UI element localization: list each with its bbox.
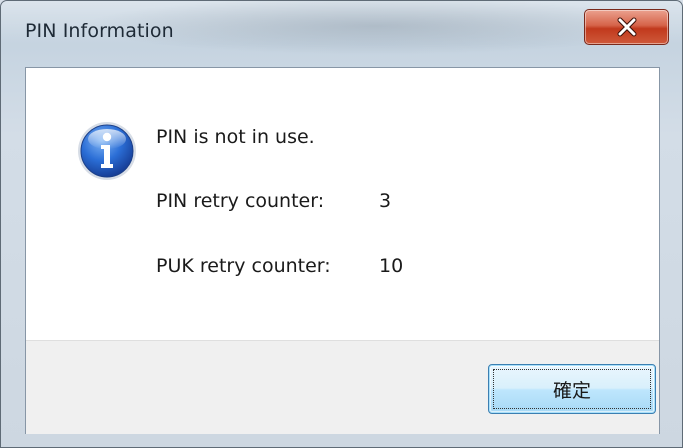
status-message: PIN is not in use. xyxy=(156,126,315,148)
ok-button[interactable]: 確定 xyxy=(488,364,656,414)
puk-retry-value: 10 xyxy=(379,255,404,277)
puk-retry-label: PUK retry counter: xyxy=(156,255,331,277)
dialog-content: PIN is not in use. PIN retry counter: 3 … xyxy=(25,67,660,434)
pin-retry-label: PIN retry counter: xyxy=(156,190,325,212)
pin-retry-value: 3 xyxy=(379,190,392,212)
close-x-icon xyxy=(617,17,636,37)
information-icon xyxy=(78,122,136,180)
dialog-window: PIN Information PIN is not in use. PIN r… xyxy=(0,0,683,448)
window-title: PIN Information xyxy=(25,20,174,42)
button-bar: 確定 xyxy=(26,340,659,434)
close-button[interactable] xyxy=(584,9,669,45)
